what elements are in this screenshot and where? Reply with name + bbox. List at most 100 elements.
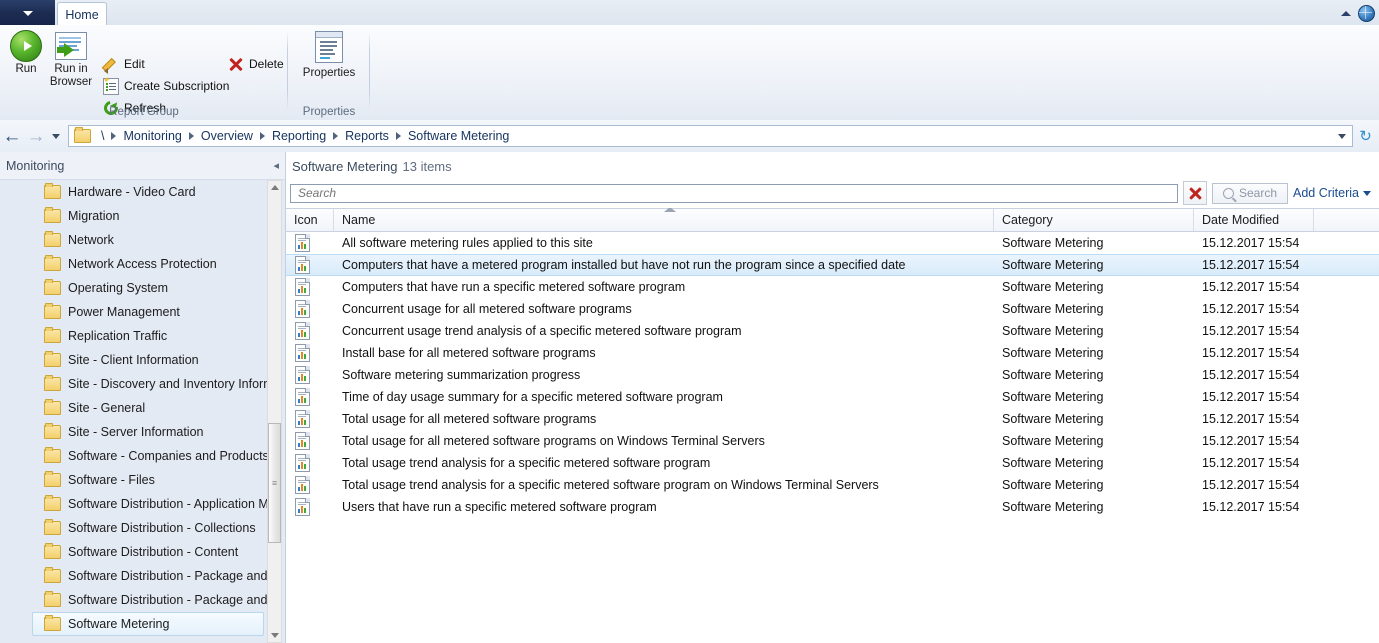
table-row[interactable]: Users that have run a specific metered s… (286, 496, 1379, 518)
sidebar-item-software-files[interactable]: Software - Files (0, 468, 270, 492)
globe-help-icon[interactable] (1358, 4, 1375, 22)
row-name-cell: Time of day usage summary for a specific… (334, 386, 994, 408)
row-date-cell: 15.12.2017 15:54 (1194, 430, 1314, 452)
sidebar-item-network-access-protection[interactable]: Network Access Protection (0, 252, 270, 276)
sidebar-item-software-metering[interactable]: Software Metering (32, 612, 264, 636)
column-header-category[interactable]: Category (994, 209, 1194, 231)
scrollbar-thumb[interactable]: ≡ (268, 423, 281, 543)
table-row[interactable]: Computers that have run a specific meter… (286, 276, 1379, 298)
table-row[interactable]: Concurrent usage trend analysis of a spe… (286, 320, 1379, 342)
edit-button[interactable]: Edit (101, 56, 145, 74)
sidebar-item-software-companies-and-products[interactable]: Software - Companies and Products (0, 444, 270, 468)
search-button[interactable]: Search (1212, 182, 1288, 204)
forward-button[interactable]: → (24, 124, 48, 148)
row-date-text: 15.12.2017 15:54 (1202, 390, 1300, 404)
column-header-icon[interactable]: Icon (286, 209, 334, 231)
delete-button[interactable]: Delete (228, 56, 284, 72)
sidebar-item-network[interactable]: Network (0, 228, 270, 252)
run-button[interactable]: Run (2, 29, 50, 76)
row-date-cell: 15.12.2017 15:54 (1194, 452, 1314, 474)
folder-icon (44, 327, 61, 343)
scroll-down-button[interactable] (268, 629, 281, 642)
row-category-cell: Software Metering (994, 474, 1194, 496)
page-title: Software Metering (292, 158, 398, 174)
properties-button[interactable]: Properties (303, 29, 355, 80)
breadcrumb-item-software-metering[interactable]: Software Metering (404, 129, 513, 143)
folder-icon (44, 375, 61, 391)
table-row[interactable]: Install base for all metered software pr… (286, 342, 1379, 364)
report-icon (295, 366, 310, 384)
run-in-browser-button[interactable]: Run in Browser (47, 29, 95, 89)
history-dropdown-button[interactable] (48, 133, 64, 139)
back-button[interactable]: ← (0, 124, 24, 148)
breadcrumb-separator-icon (395, 132, 401, 140)
table-row[interactable]: Total usage for all metered software pro… (286, 430, 1379, 452)
tab-home[interactable]: Home (57, 2, 107, 26)
chevron-left-icon[interactable]: ◂ (273, 159, 279, 172)
sidebar-item-software-distribution-package-and-i-1[interactable]: Software Distribution - Package and I (0, 564, 270, 588)
folder-icon (74, 127, 91, 143)
column-header-spacer[interactable] (1314, 209, 1379, 231)
sidebar-item-software-distribution-application-m[interactable]: Software Distribution - Application M (0, 492, 270, 516)
table-row[interactable]: Time of day usage summary for a specific… (286, 386, 1379, 408)
breadcrumb-item-reports[interactable]: Reports (341, 129, 393, 143)
chevron-up-icon[interactable] (1341, 10, 1351, 16)
row-date-text: 15.12.2017 15:54 (1202, 280, 1300, 294)
row-name-cell: Concurrent usage trend analysis of a spe… (334, 320, 994, 342)
sidebar-item-operating-system[interactable]: Operating System (0, 276, 270, 300)
add-criteria-button[interactable]: Add Criteria (1293, 186, 1375, 200)
table-row[interactable]: Total usage trend analysis for a specifi… (286, 452, 1379, 474)
folder-icon (44, 567, 61, 583)
sidebar-item-software-distribution-package-and-i-2[interactable]: Software Distribution - Package and I (0, 588, 270, 612)
create-subscription-button[interactable]: ✦ Create Subscription (102, 75, 229, 95)
sidebar-item-software-distribution-content[interactable]: Software Distribution - Content (0, 540, 270, 564)
breadcrumb-item-reporting[interactable]: Reporting (268, 129, 330, 143)
row-category-text: Software Metering (1002, 368, 1104, 382)
row-icon-cell (286, 408, 334, 430)
table-row[interactable]: Concurrent usage for all metered softwar… (286, 298, 1379, 320)
row-name-text: Total usage trend analysis for a specifi… (342, 456, 711, 470)
breadcrumb-root[interactable]: \ (97, 129, 108, 143)
breadcrumb-item-overview[interactable]: Overview (197, 129, 257, 143)
column-header-name[interactable]: Name (334, 209, 994, 231)
refresh-icon[interactable]: ↻ (1357, 128, 1374, 145)
table-row[interactable]: Total usage trend analysis for a specifi… (286, 474, 1379, 496)
search-input-container[interactable] (290, 183, 1178, 203)
table-row[interactable]: Computers that have a metered program in… (286, 254, 1379, 276)
row-date-text: 15.12.2017 15:54 (1202, 346, 1300, 360)
table-row[interactable]: All software metering rules applied to t… (286, 232, 1379, 254)
content-header: Software Metering 13 items (286, 152, 1379, 180)
clear-search-button[interactable] (1183, 181, 1207, 205)
sidebar-item-site-server-information[interactable]: Site - Server Information (0, 420, 270, 444)
sidebar-item-site-general[interactable]: Site - General (0, 396, 270, 420)
sidebar-item-site-client-information[interactable]: Site - Client Information (0, 348, 270, 372)
row-date-cell: 15.12.2017 15:54 (1194, 276, 1314, 298)
sidebar-scrollbar[interactable]: ≡ (267, 180, 282, 643)
sidebar-item-migration[interactable]: Migration (0, 204, 270, 228)
sidebar-item-hardware-video-card[interactable]: Hardware - Video Card (0, 180, 270, 204)
row-name-cell: Total usage trend analysis for a specifi… (334, 474, 994, 496)
row-name-text: Total usage trend analysis for a specifi… (342, 478, 879, 492)
table-row[interactable]: Software metering summarization progress… (286, 364, 1379, 386)
table-row[interactable]: Total usage for all metered software pro… (286, 408, 1379, 430)
sidebar-item-power-management[interactable]: Power Management (0, 300, 270, 324)
chevron-down-icon[interactable] (1338, 133, 1346, 139)
search-input[interactable] (296, 185, 1172, 201)
reports-table: Icon Name Category Date Modified All sof… (286, 208, 1379, 643)
sidebar-item-site-discovery-and-inventory[interactable]: Site - Discovery and Inventory Inform (0, 372, 270, 396)
row-category-cell: Software Metering (994, 298, 1194, 320)
run-in-browser-label-1: Run in (54, 63, 88, 75)
sidebar-item-software-distribution-collections[interactable]: Software Distribution - Collections (0, 516, 270, 540)
breadcrumb[interactable]: \ Monitoring Overview Reporting Reports … (68, 125, 1353, 147)
application-menu-button[interactable] (0, 0, 55, 25)
breadcrumb-item-monitoring[interactable]: Monitoring (119, 129, 185, 143)
column-header-date-modified[interactable]: Date Modified (1194, 209, 1314, 231)
row-date-cell: 15.12.2017 15:54 (1194, 342, 1314, 364)
report-icon (295, 322, 310, 340)
breadcrumb-separator-icon (111, 132, 117, 140)
sidebar-item-replication-traffic[interactable]: Replication Traffic (0, 324, 270, 348)
scroll-up-button[interactable] (268, 181, 281, 194)
row-category-cell: Software Metering (994, 254, 1194, 276)
row-category-cell: Software Metering (994, 452, 1194, 474)
report-icon (295, 300, 310, 318)
